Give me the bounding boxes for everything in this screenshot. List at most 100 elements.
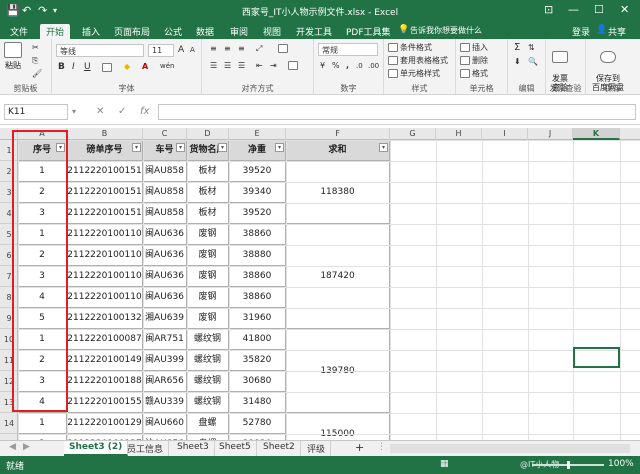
row-header-14[interactable]: 14	[0, 413, 17, 434]
tab-view[interactable]: 视图	[257, 24, 287, 39]
add-sheet-button[interactable]: +	[350, 440, 369, 455]
outdent-icon[interactable]: ⇥	[270, 61, 277, 70]
phonetic-icon[interactable]: wén	[160, 62, 174, 70]
row-header-13[interactable]: 13	[0, 392, 17, 413]
tab-insert[interactable]: 插入	[76, 24, 106, 39]
filter-dropdown-icon[interactable]: ▾	[176, 143, 185, 152]
table-cell[interactable]: 赣AU339	[143, 392, 187, 413]
tab-pdf-tools[interactable]: PDF工具集	[340, 24, 397, 39]
fill-color-icon[interactable]: ◆	[124, 62, 130, 71]
table-cell[interactable]: 1	[18, 413, 67, 434]
table-cell[interactable]: 板材	[187, 161, 229, 182]
table-format-button[interactable]: 套用表格格式	[388, 55, 448, 66]
table-cell[interactable]: 闽AU858	[143, 182, 187, 203]
column-header-c[interactable]: C	[143, 128, 187, 140]
sheet-tab-employee-info[interactable]: 员工信息	[122, 441, 170, 456]
comma-button[interactable]: ,	[346, 61, 349, 70]
table-cell[interactable]: 2112220100132	[67, 308, 143, 329]
name-box-dropdown-icon[interactable]: ▾	[72, 107, 76, 116]
column-header-f[interactable]: F	[286, 128, 390, 140]
filter-dropdown-icon[interactable]: ▾	[132, 143, 141, 152]
row-header-11[interactable]: 11	[0, 350, 17, 371]
sheet-tab-sheet5[interactable]: Sheet5	[214, 441, 257, 456]
table-cell[interactable]: 2112220100110	[67, 224, 143, 245]
table-cell[interactable]: 闽AU858	[143, 203, 187, 224]
sum-merged-cell[interactable]: 115000	[286, 413, 390, 440]
table-cell[interactable]: 2112220100110	[67, 287, 143, 308]
horizontal-scrollbar[interactable]	[390, 444, 630, 453]
underline-button[interactable]: U	[84, 62, 91, 72]
align-left-icon[interactable]: ☰	[210, 61, 217, 70]
column-header-i[interactable]: I	[482, 128, 528, 140]
shrink-font-button[interactable]: A	[190, 46, 195, 54]
sheet-tab-sheet3-2[interactable]: Sheet3 (2)	[64, 441, 129, 456]
percent-button[interactable]: %	[332, 61, 340, 70]
table-cell[interactable]: 2	[18, 182, 67, 203]
row-header-1[interactable]: 1	[0, 140, 17, 161]
table-cell[interactable]: 52780	[229, 413, 286, 434]
name-box[interactable]: K11	[4, 104, 68, 120]
table-cell[interactable]: 1	[18, 224, 67, 245]
table-cell[interactable]: 35820	[229, 350, 286, 371]
share-button[interactable]: 共享	[608, 25, 626, 38]
table-cell[interactable]: 闽AU858	[143, 161, 187, 182]
table-cell[interactable]: 2	[18, 245, 67, 266]
sum-merged-cell[interactable]: 187420	[286, 224, 390, 329]
tab-review[interactable]: 审阅	[224, 24, 254, 39]
align-bottom-icon[interactable]: ≡	[238, 44, 245, 53]
tab-formulas[interactable]: 公式	[158, 24, 188, 39]
table-cell[interactable]: 2112220100110	[67, 266, 143, 287]
tell-me-icon[interactable]: 💡	[398, 25, 409, 35]
font-color-icon[interactable]: A	[142, 62, 148, 71]
wrap-text-icon[interactable]	[278, 44, 290, 53]
table-cell[interactable]: 2112220100129	[67, 413, 143, 434]
table-cell[interactable]: 闽AU660	[143, 413, 187, 434]
tab-file[interactable]: 文件	[4, 24, 34, 39]
tell-me-box[interactable]: 告诉我你想要做什么	[410, 25, 482, 36]
table-cell[interactable]: 闽AR751	[143, 329, 187, 350]
tab-page-layout[interactable]: 页面布局	[108, 24, 156, 39]
share-icon[interactable]: 👤	[596, 25, 607, 35]
table-cell[interactable]: 2112220100149	[67, 350, 143, 371]
bold-button[interactable]: B	[58, 62, 65, 72]
table-cell[interactable]: 2112220100188	[67, 371, 143, 392]
zoom-slider-thumb[interactable]	[567, 461, 570, 469]
table-cell[interactable]: 39520	[229, 203, 286, 224]
grow-font-button[interactable]: A	[178, 45, 184, 55]
format-painter-icon[interactable]: 🖌	[32, 69, 42, 78]
row-header-2[interactable]: 2	[0, 161, 17, 182]
table-cell[interactable]: 板材	[187, 182, 229, 203]
table-header-cell[interactable]: 磅单序号 ▾	[67, 140, 143, 161]
tab-data[interactable]: 数据	[190, 24, 220, 39]
table-cell[interactable]: 2112220100151	[67, 161, 143, 182]
table-header-cell[interactable]: 求和 ▾	[286, 140, 390, 161]
table-cell[interactable]: 30680	[229, 371, 286, 392]
filter-dropdown-icon[interactable]: ▾	[379, 143, 388, 152]
align-right-icon[interactable]: ☰	[238, 61, 245, 70]
merge-center-icon[interactable]	[288, 61, 300, 70]
column-header-b[interactable]: B	[67, 128, 143, 140]
table-cell[interactable]: 41800	[229, 329, 286, 350]
sheet-tab-rating[interactable]: 评级	[302, 441, 332, 456]
table-cell[interactable]: 螺纹钢	[187, 329, 229, 350]
autosum-button[interactable]: Σ	[514, 42, 520, 53]
table-cell[interactable]: 4	[18, 392, 67, 413]
filter-dropdown-icon[interactable]: ▾	[218, 143, 227, 152]
row-header-4[interactable]: 4	[0, 203, 17, 224]
column-header-e[interactable]: E	[229, 128, 286, 140]
table-cell[interactable]: 螺纹钢	[187, 392, 229, 413]
decrease-decimal-icon[interactable]: .00	[368, 62, 379, 70]
table-header-cell[interactable]: 序号 ▾	[18, 140, 67, 161]
currency-icon[interactable]: ¥	[320, 61, 325, 70]
sheet-tab-sheet3[interactable]: Sheet3	[172, 441, 215, 456]
table-header-cell[interactable]: 车号 ▾	[143, 140, 187, 161]
table-cell[interactable]: 38860	[229, 224, 286, 245]
font-size-select[interactable]: 11	[148, 44, 174, 57]
minimize-button[interactable]: —	[568, 3, 579, 16]
confirm-formula-icon[interactable]: ✓	[118, 106, 126, 117]
table-cell[interactable]: 螺纹钢	[187, 350, 229, 371]
table-cell[interactable]: 39520	[229, 161, 286, 182]
table-cell[interactable]: 螺纹钢	[187, 371, 229, 392]
number-format-select[interactable]: 常规	[318, 43, 378, 56]
table-cell[interactable]: 38860	[229, 266, 286, 287]
